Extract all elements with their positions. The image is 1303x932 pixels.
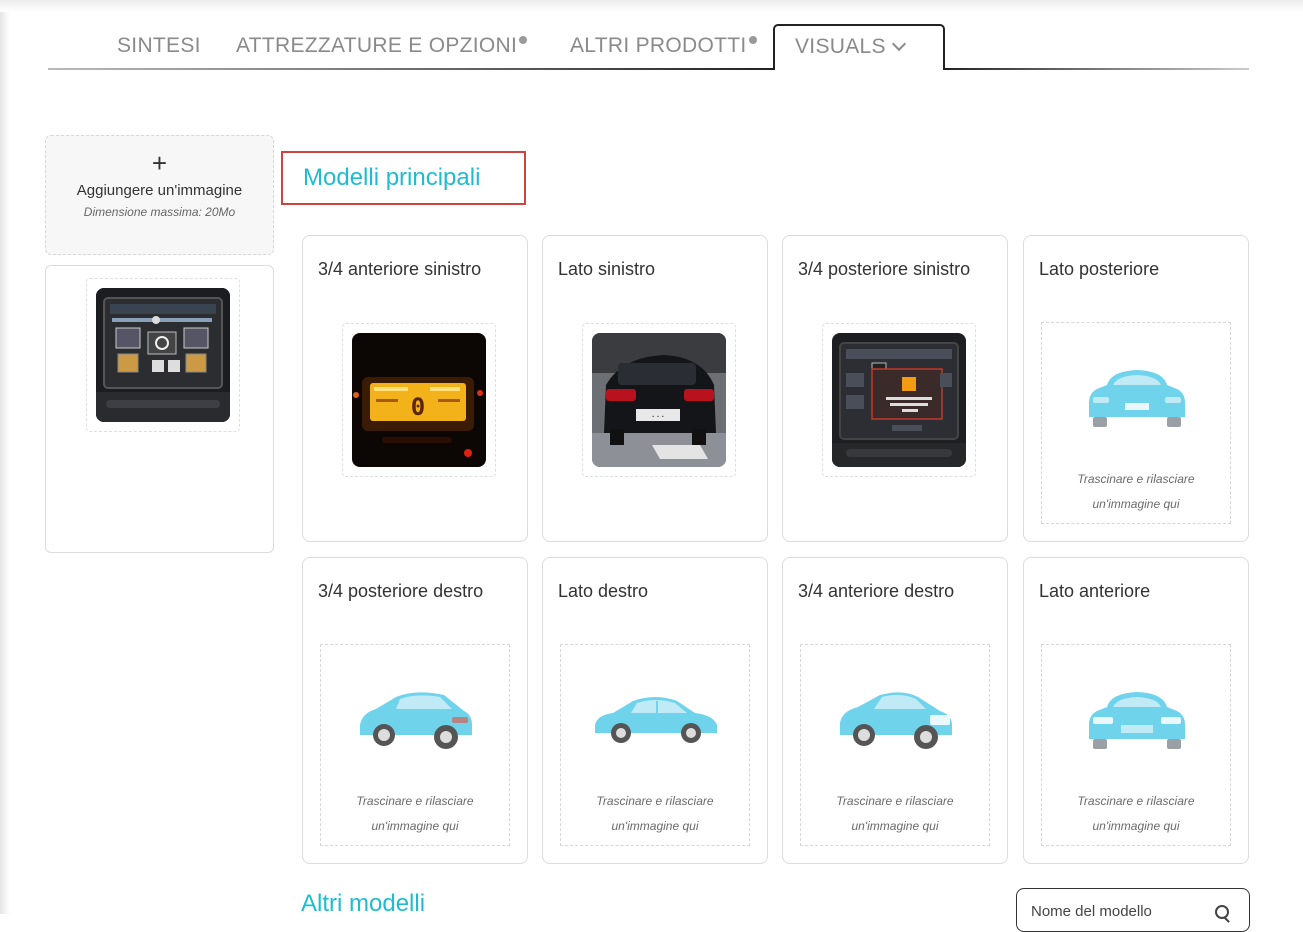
tab-underline [944, 68, 1249, 70]
tab-label: ATTREZZATURE E OPZIONI [236, 34, 518, 57]
max-size-hint: Dimensione massima: 20Mo [83, 205, 236, 219]
tab-attrezzature-opzioni[interactable]: ATTREZZATURE E OPZIONI [236, 34, 528, 58]
model-image-slot[interactable]: 0 [342, 323, 496, 477]
model-card-rear-left: 3/4 posteriore sinistro [782, 235, 1008, 542]
tab-sintesi[interactable]: SINTESI [117, 34, 201, 58]
car-three-quarter-rear-placeholder-icon [360, 692, 472, 749]
svg-text:0: 0 [411, 393, 425, 421]
card-title: Lato destro [558, 581, 649, 601]
drop-hint-line1: Trascinare e rilasciare [1077, 472, 1195, 486]
info-dot-icon [519, 36, 528, 44]
drop-hint-line1: Trascinare e rilasciare [1077, 794, 1195, 808]
tab-underline [48, 68, 774, 70]
card-title: 3/4 anteriore sinistro [318, 259, 482, 279]
model-card-left-side: Lato sinistro ··· [542, 235, 768, 542]
drop-hint-line1: Trascinare e rilasciare [356, 794, 474, 808]
drop-hint-line2: un'immagine qui [1092, 497, 1180, 511]
model-card-front-left: 3/4 anteriore sinistro 0 [302, 235, 528, 542]
drop-hint-line2: un'immagine qui [851, 819, 939, 833]
car-rear-placeholder-icon [1089, 370, 1185, 427]
image-drop-zone[interactable]: Trascinare e rilasciare un'immagine qui [560, 644, 750, 846]
window-left-edge [0, 0, 10, 914]
model-card-rear-right: 3/4 posteriore destro Trascinare e rilas… [302, 557, 528, 864]
tab-bar: SINTESI ATTREZZATURE E OPZIONI ALTRI PRO… [0, 22, 1303, 72]
add-image-button[interactable]: + Aggiungere un'immagine Dimensione mass… [45, 135, 274, 255]
infotainment-photo [832, 333, 966, 467]
section-title: Modelli principali [303, 164, 481, 191]
plus-icon: + [151, 148, 168, 178]
image-drop-zone[interactable]: Trascinare e rilasciare un'immagine qui [800, 644, 990, 846]
model-card-front-right: 3/4 anteriore destro Trascinare e rilasc… [782, 557, 1008, 864]
card-title: 3/4 anteriore destro [798, 581, 955, 601]
svg-text:···: ··· [651, 412, 665, 421]
card-title: Lato anteriore [1039, 581, 1151, 601]
card-title: Lato posteriore [1039, 259, 1160, 279]
tab-label: ALTRI PRODOTTI [570, 34, 747, 57]
tab-altri-prodotti[interactable]: ALTRI PRODOTTI [570, 34, 757, 58]
image-drop-zone[interactable]: Trascinare e rilasciare un'immagine qui [1041, 644, 1231, 846]
drop-hint-line2: un'immagine qui [611, 819, 699, 833]
drop-hint-line1: Trascinare e rilasciare [836, 794, 954, 808]
drop-hint-line2: un'immagine qui [371, 819, 459, 833]
model-card-front: Lato anteriore Trascinare e rilasciare un… [1023, 557, 1249, 864]
search-icon[interactable] [1215, 905, 1229, 919]
add-image-label: Aggiungere un'immagine [76, 182, 243, 199]
chevron-down-icon [891, 36, 906, 52]
model-search-input[interactable] [1031, 903, 1211, 920]
car-three-quarter-front-placeholder-icon [840, 692, 952, 749]
info-dot-icon [748, 36, 757, 44]
dashboard-photo: 0 [352, 333, 486, 467]
section-title-highlight: Modelli principali [281, 151, 526, 205]
car-front-placeholder-icon [1089, 692, 1185, 749]
card-title: Lato sinistro [558, 259, 656, 279]
window-top-edge [0, 0, 1303, 12]
tab-visuals[interactable]: VISUALS [773, 24, 945, 70]
uploaded-image-thumbnail[interactable] [96, 288, 230, 422]
tab-label: SINTESI [117, 34, 201, 57]
tab-label: VISUALS [795, 35, 886, 58]
model-card-rear: Lato posteriore Trascinare e rilasciare u… [1023, 235, 1249, 542]
drop-hint-line1: Trascinare e rilasciare [596, 794, 714, 808]
model-search-box [1016, 888, 1250, 932]
card-title: 3/4 posteriore sinistro [798, 259, 971, 279]
drop-hint-line2: un'immagine qui [1092, 819, 1180, 833]
image-drop-zone[interactable]: Trascinare e rilasciare un'immagine qui [320, 644, 510, 846]
car-side-placeholder-icon [595, 697, 717, 743]
image-drop-zone[interactable]: Trascinare e rilasciare un'immagine qui [1041, 322, 1231, 524]
uploaded-images-list [45, 265, 274, 553]
model-image-slot[interactable]: ··· [582, 323, 736, 477]
model-image-slot[interactable] [822, 323, 976, 477]
car-rear-photo: ··· [592, 333, 726, 467]
card-title: 3/4 posteriore destro [318, 581, 484, 601]
model-card-right-side: Lato destro Trascinare e rilasciare un'im… [542, 557, 768, 864]
uploaded-image-item[interactable] [86, 278, 240, 432]
